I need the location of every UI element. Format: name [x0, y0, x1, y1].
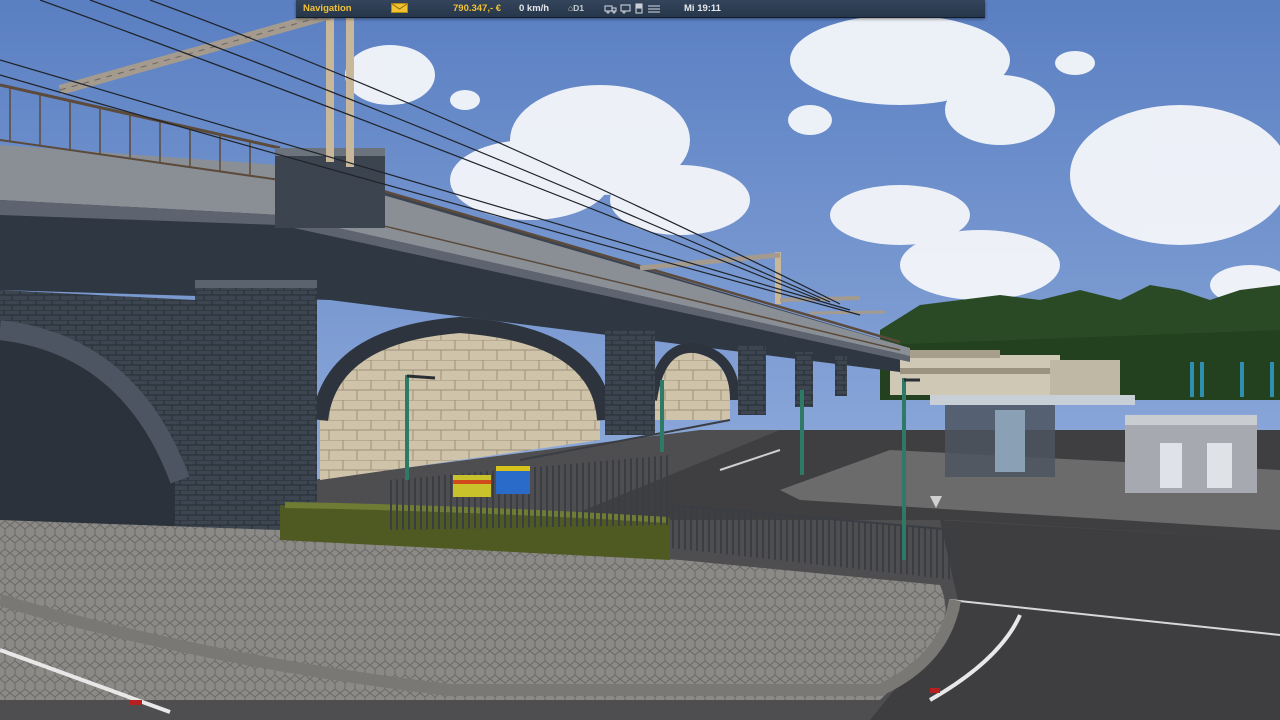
- vehicle-status-icons: [604, 3, 662, 14]
- fuel-icon: [635, 3, 643, 14]
- trailer-icon: [620, 4, 631, 14]
- truck-icon: [604, 5, 617, 14]
- settings-icon: [648, 5, 660, 13]
- speed-readout: 0 km/h: [519, 3, 550, 14]
- tachograph-value: D1: [573, 3, 585, 13]
- game-viewport: [0, 0, 1280, 720]
- game-scene: [0, 0, 1280, 720]
- money-readout: 790.347,- €: [453, 3, 502, 14]
- tachograph-readout: ⌂D1: [568, 2, 584, 15]
- hud-top-bar: Navigation 790.347,- € 0 km/h ⌂D1 Mi 19:…: [296, 0, 985, 18]
- game-time: Mi 19:11: [684, 3, 721, 14]
- navigation-label[interactable]: Navigation: [303, 2, 352, 15]
- envelope-icon[interactable]: [391, 3, 408, 13]
